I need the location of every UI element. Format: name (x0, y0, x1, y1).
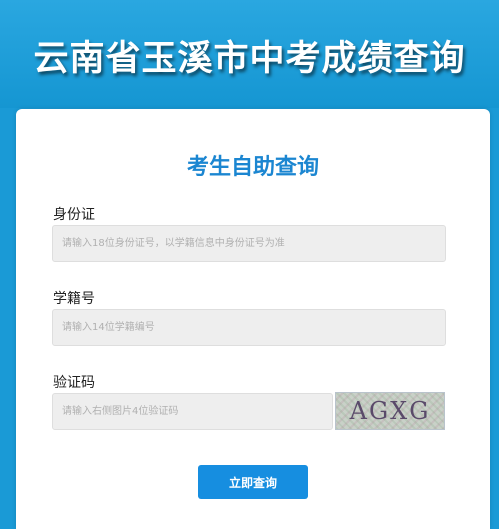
page-header: 云南省玉溪市中考成绩查询 (0, 0, 499, 108)
id-card-input[interactable] (52, 225, 446, 262)
captcha-label: 验证码 (53, 375, 95, 391)
student-number-label: 学籍号 (53, 291, 95, 307)
submit-button[interactable]: 立即查询 (198, 465, 308, 499)
captcha-input[interactable] (52, 393, 333, 430)
id-card-label: 身份证 (53, 207, 95, 223)
page-title: 云南省玉溪市中考成绩查询 (33, 39, 466, 79)
captcha-text: AGXG (349, 397, 431, 425)
student-number-input[interactable] (52, 309, 446, 346)
card-title: 考生自助查询 (186, 155, 319, 180)
captcha-image[interactable]: AGXG (335, 392, 445, 430)
query-card: 考生自助查询 身份证 学籍号 验证码 AGXG 立即查询 (16, 109, 490, 529)
